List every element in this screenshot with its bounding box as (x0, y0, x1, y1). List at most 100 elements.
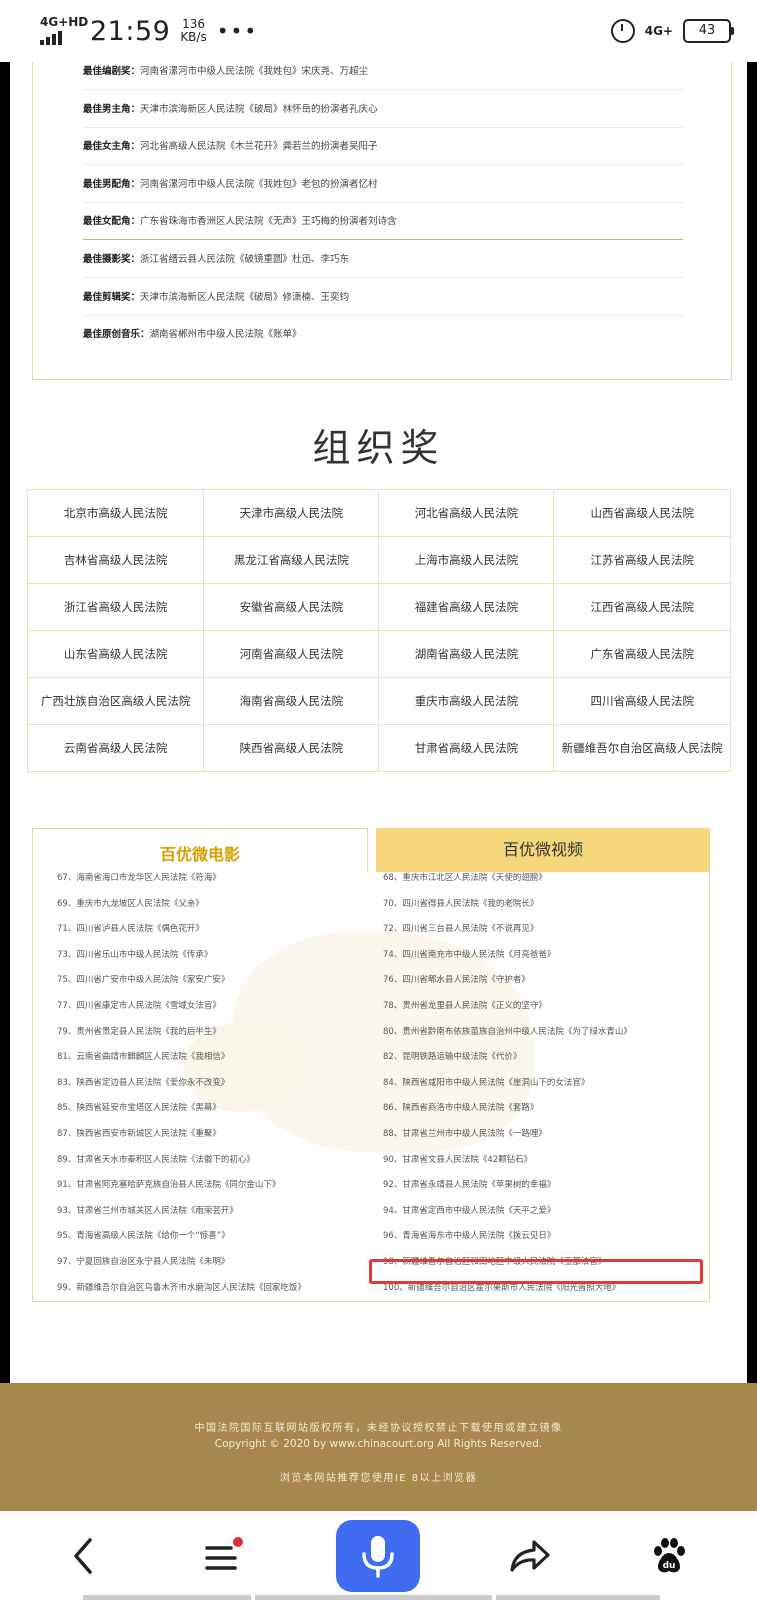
film-list-item[interactable]: 82、昆明铁路运输中级法院《代价》 (383, 1045, 632, 1071)
org-court-cell: 安徽省高级人民法院 (203, 583, 380, 631)
org-court-cell: 河南省高级人民法院 (203, 630, 380, 678)
film-list-item[interactable]: 91、甘肃省阿克塞哈萨克族自治县人民法院《同尔金山下》 (57, 1173, 306, 1199)
award-category: 最佳剪辑奖： (83, 291, 141, 303)
film-list-item[interactable]: 78、贵州省龙里县人民法院《正义的坚守》 (383, 994, 632, 1020)
alarm-icon (610, 19, 635, 43)
film-list-item[interactable]: 74、四川省南充市中级人民法院《月亮爸爸》 (383, 943, 632, 969)
org-court-cell: 山西省高级人民法院 (553, 489, 731, 537)
award-winner: 天津市滨海新区人民法院《破局》林怀岳的扮演者孔庆心 (140, 103, 378, 115)
org-court-cell: 北京市高级人民法院 (26, 489, 205, 537)
film-list-item[interactable]: 89、甘肃省天水市秦积区人民法院《法徽下的初心》 (57, 1148, 306, 1174)
film-list-item[interactable]: 90、甘肃省文县人民法院《42颗钻石》 (383, 1148, 632, 1174)
menu-button[interactable] (198, 1531, 248, 1581)
org-court-cell: 新疆维吾尔自治区高级人民法院 (553, 724, 731, 772)
film-list-item[interactable]: 77、四川省康定市人民法院《雪域女法官》 (57, 994, 306, 1020)
org-court-cell: 天津市高级人民法院 (203, 489, 380, 537)
film-list-item[interactable]: 69、重庆市九龙坡区人民法院《父亲》 (57, 892, 306, 918)
org-court-cell: 广西壮族自治区高级人民法院 (26, 677, 205, 725)
award-category: 最佳男配角： (83, 178, 141, 190)
tab-video[interactable]: 百优微视频 (376, 828, 710, 872)
voice-search-button[interactable] (336, 1520, 420, 1592)
browser-bottom-bar: du (0, 1511, 757, 1600)
award-winner: 浙江省缙云县人民法院《破镜重圆》杜迅、李巧东 (140, 254, 350, 265)
signal-icon: 4G+HD (40, 15, 88, 47)
award-row: 最佳原创音乐： 湖南省郴州市中级人民法院《账单》 (83, 314, 683, 352)
film-list-item[interactable]: 67、海南省海口市龙华区人民法院《符海》 (57, 872, 306, 892)
share-icon (510, 1540, 550, 1572)
film-list-item[interactable]: 81、云南省曲靖市麒麟区人民法院《我相信》 (57, 1045, 306, 1071)
award-row: 最佳男配角： 河南省漯河市中级人民法院《我姓包》老包的扮演者忆村 (83, 164, 683, 203)
film-list-item[interactable]: 84、陕西省咸阳市中级人民法院《崖洞山下的女法官》 (383, 1071, 632, 1097)
highlight-box (369, 1259, 703, 1284)
battery-icon: 43 (683, 19, 734, 43)
award-row: 最佳剪辑奖： 天津市滨海新区人民法院《破局》修潇楠、王奕钧 (83, 277, 683, 316)
film-list-item[interactable]: 80、贵州省黔南布依族苗族自治州中级人民法院《为了绿水青山》 (383, 1020, 632, 1046)
award-winner: 河北省高级人民法院《木兰花开》龚若兰的扮演者吴阳子 (140, 141, 378, 153)
film-list-panel: 67、海南省海口市龙华区人民法院《符海》 69、重庆市九龙坡区人民法院《父亲》 71… (32, 872, 710, 1302)
film-list-item[interactable]: 68、重庆市江北区人民法院《天使的翅膀》 (383, 872, 632, 892)
award-row: 最佳女主角： 河北省高级人民法院《木兰花开》龚若兰的扮演者吴阳子 (83, 126, 683, 166)
back-button[interactable] (58, 1531, 108, 1581)
film-list-item[interactable]: 76、四川省郫水县人民法院《守护者》 (383, 968, 632, 994)
film-list-item[interactable]: 88、甘肃省兰州市中级人民法院《一路哩》 (383, 1122, 632, 1148)
award-category: 最佳女主角： (83, 141, 141, 153)
film-list-item[interactable]: 92、甘肃省永靖县人民法院《苹果树的幸福》 (383, 1173, 632, 1199)
network-type-right: 4G+ (644, 24, 673, 38)
award-category: 最佳男主角： (83, 103, 141, 115)
award-category: 最佳女配角： (83, 216, 141, 228)
menu-icon (205, 1537, 243, 1570)
award-row: 最佳摄影奖： 浙江省缙云县人民法院《破镜重圆》杜迅、李巧东 (83, 239, 683, 278)
org-court-cell: 江西省高级人民法院 (553, 583, 731, 631)
film-list-item[interactable]: 93、甘肃省兰州市城关区人民法院《雨荣芸开》 (57, 1199, 306, 1225)
org-court-cell: 河北省高级人民法院 (378, 489, 555, 537)
individual-awards-panel: 最佳编剧奖： 河南省漯河市中级人民法院《我姓包》宋庆尧、万超尘 最佳男主角： 天津市滨… (32, 62, 732, 380)
award-row: 最佳女配角： 广东省珠海市香洲区人民法院《无声》王巧梅的扮演者刘诗含 (83, 201, 683, 241)
film-list-item[interactable]: 70、四川省得县人民法院《我的老院长》 (383, 892, 632, 918)
baidu-paw-icon: du (654, 1538, 685, 1573)
film-list-item[interactable]: 83、陕西省定边县人民法院《爱你永不改变》 (57, 1071, 306, 1097)
award-winner: 河南省漯河市中级人民法院《我姓包》老包的扮演者忆村 (140, 178, 378, 190)
org-court-cell: 湖南省高级人民法院 (378, 630, 555, 678)
network-speed: 136 KB/s (180, 17, 207, 44)
org-court-cell: 云南省高级人民法院 (26, 724, 205, 772)
footer-copyright: Copyright © 2020 by www.chinacourt.org A… (214, 1438, 543, 1450)
film-list-item[interactable]: 94、甘肃省定西市中级人民法院《天平之爱》 (383, 1199, 632, 1225)
footer-browser-note: 浏览本网站推荐您使用IE 8以上浏览器 (279, 1473, 478, 1484)
award-winner: 广东省珠海市香洲区人民法院《无声》王巧梅的扮演者刘诗含 (140, 216, 397, 228)
org-court-cell: 四川省高级人民法院 (553, 677, 731, 725)
site-footer: 中国法院国际互联网站版权所有，未经协议授权禁止下载使用或建立镜像 Copyrig… (0, 1383, 757, 1511)
chevron-left-icon (74, 1538, 92, 1574)
film-list-item[interactable]: 79、贵州省贵定县人民法院《我的后半生》 (57, 1020, 306, 1046)
film-list-item[interactable]: 97、宁夏回族自治区永宁县人民法院《未明》 (57, 1250, 306, 1276)
film-list-item[interactable]: 73、四川省乐山市中级人民法院《传承》 (57, 943, 306, 969)
award-category: 最佳原创音乐： (83, 329, 150, 341)
microphone-icon (362, 1536, 394, 1578)
org-court-cell: 上海市高级人民法院 (378, 536, 555, 584)
film-list-item[interactable]: 75、四川省广安市中级人民法院《家安广安》 (57, 968, 306, 994)
film-list-left: 67、海南省海口市龙华区人民法院《符海》 69、重庆市九龙坡区人民法院《父亲》 71… (57, 872, 306, 1301)
award-row: 最佳男主角： 天津市滨海新区人民法院《破局》林怀岳的扮演者孔庆心 (83, 89, 683, 128)
org-court-cell: 黑龙江省高级人民法院 (203, 536, 380, 584)
media-section: 百优微电影 百优微视频 67、海南省海口市龙华区人民法院《符海》 69、重庆市九龙… (32, 828, 732, 1302)
film-list-item[interactable]: 95、青海省高级人民法院《给你一个“惊喜”》 (57, 1224, 306, 1250)
tab-film[interactable]: 百优微电影 (32, 828, 368, 872)
clock: 21:59 (90, 15, 171, 47)
award-category: 最佳编剧奖： (83, 66, 141, 77)
baidu-button[interactable]: du (644, 1531, 694, 1581)
more-notifications-icon: ••• (216, 19, 259, 43)
org-court-cell: 海南省高级人民法院 (203, 677, 380, 725)
film-list-item[interactable]: 85、陕西省延安市宝塔区人民法院《黑幕》 (57, 1096, 306, 1122)
film-list-item[interactable]: 86、陕西省商洛市中级人民法院《套路》 (383, 1096, 632, 1122)
film-list-item[interactable]: 71、四川省泸县人民法院《偶色花开》 (57, 917, 306, 943)
film-list-item[interactable]: 87、陕西省西安市新城区人民法院《重聚》 (57, 1122, 306, 1148)
share-button[interactable] (505, 1531, 555, 1581)
film-list-right: 68、重庆市江北区人民法院《天使的翅膀》 70、四川省得县人民法院《我的老院长》 7… (383, 872, 632, 1301)
org-court-cell: 江苏省高级人民法院 (553, 536, 731, 584)
film-list-item[interactable]: 99、新疆维吾尔自治区乌鲁木齐市水磨沟区人民法院《回家吃饭》 (57, 1276, 306, 1302)
film-list-item[interactable]: 72、四川省三台县人民法院《不说再见》 (383, 917, 632, 943)
org-award-table: 北京市高级人民法院 天津市高级人民法院 河北省高级人民法院 山西省高级人民法院 吉林省高… (26, 489, 731, 772)
film-list-item[interactable]: 96、青海省海东市中级人民法院《拨云见日》 (383, 1224, 632, 1250)
org-court-cell: 甘肃省高级人民法院 (378, 724, 555, 772)
award-category: 最佳摄影奖： (83, 254, 141, 265)
org-award-title: 组织奖 (312, 426, 445, 470)
